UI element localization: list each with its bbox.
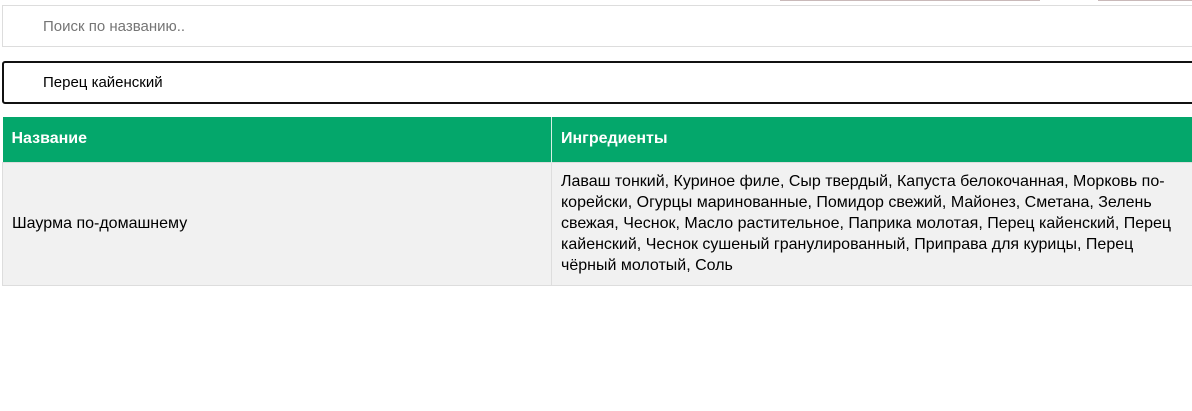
ingredient-filter-field: [2, 61, 1192, 104]
column-header-ingredients[interactable]: Ингредиенты: [551, 117, 1192, 162]
recipes-table: Название Ингредиенты Шаурма по-домашнему…: [2, 117, 1192, 286]
column-header-name[interactable]: Название: [2, 117, 552, 162]
top-divider: [780, 0, 1040, 1]
recipe-ingredients-cell: Лаваш тонкий, Куриное филе, Сыр твердый,…: [551, 161, 1192, 286]
recipe-name-cell: Шаурма по-домашнему: [2, 161, 552, 286]
search-field: [2, 5, 1192, 47]
table-header-row: Название Ингредиенты: [2, 117, 1192, 162]
table-body: Шаурма по-домашнему Лаваш тонкий, Курино…: [2, 161, 1192, 286]
table-row[interactable]: Шаурма по-домашнему Лаваш тонкий, Курино…: [2, 161, 1192, 286]
top-divider-right: [1098, 0, 1192, 1]
search-input[interactable]: [3, 6, 1192, 46]
page: Название Ингредиенты Шаурма по-домашнему…: [0, 0, 1192, 411]
ingredient-filter-input[interactable]: [4, 63, 1192, 102]
table-header: Название Ингредиенты: [2, 117, 1192, 162]
